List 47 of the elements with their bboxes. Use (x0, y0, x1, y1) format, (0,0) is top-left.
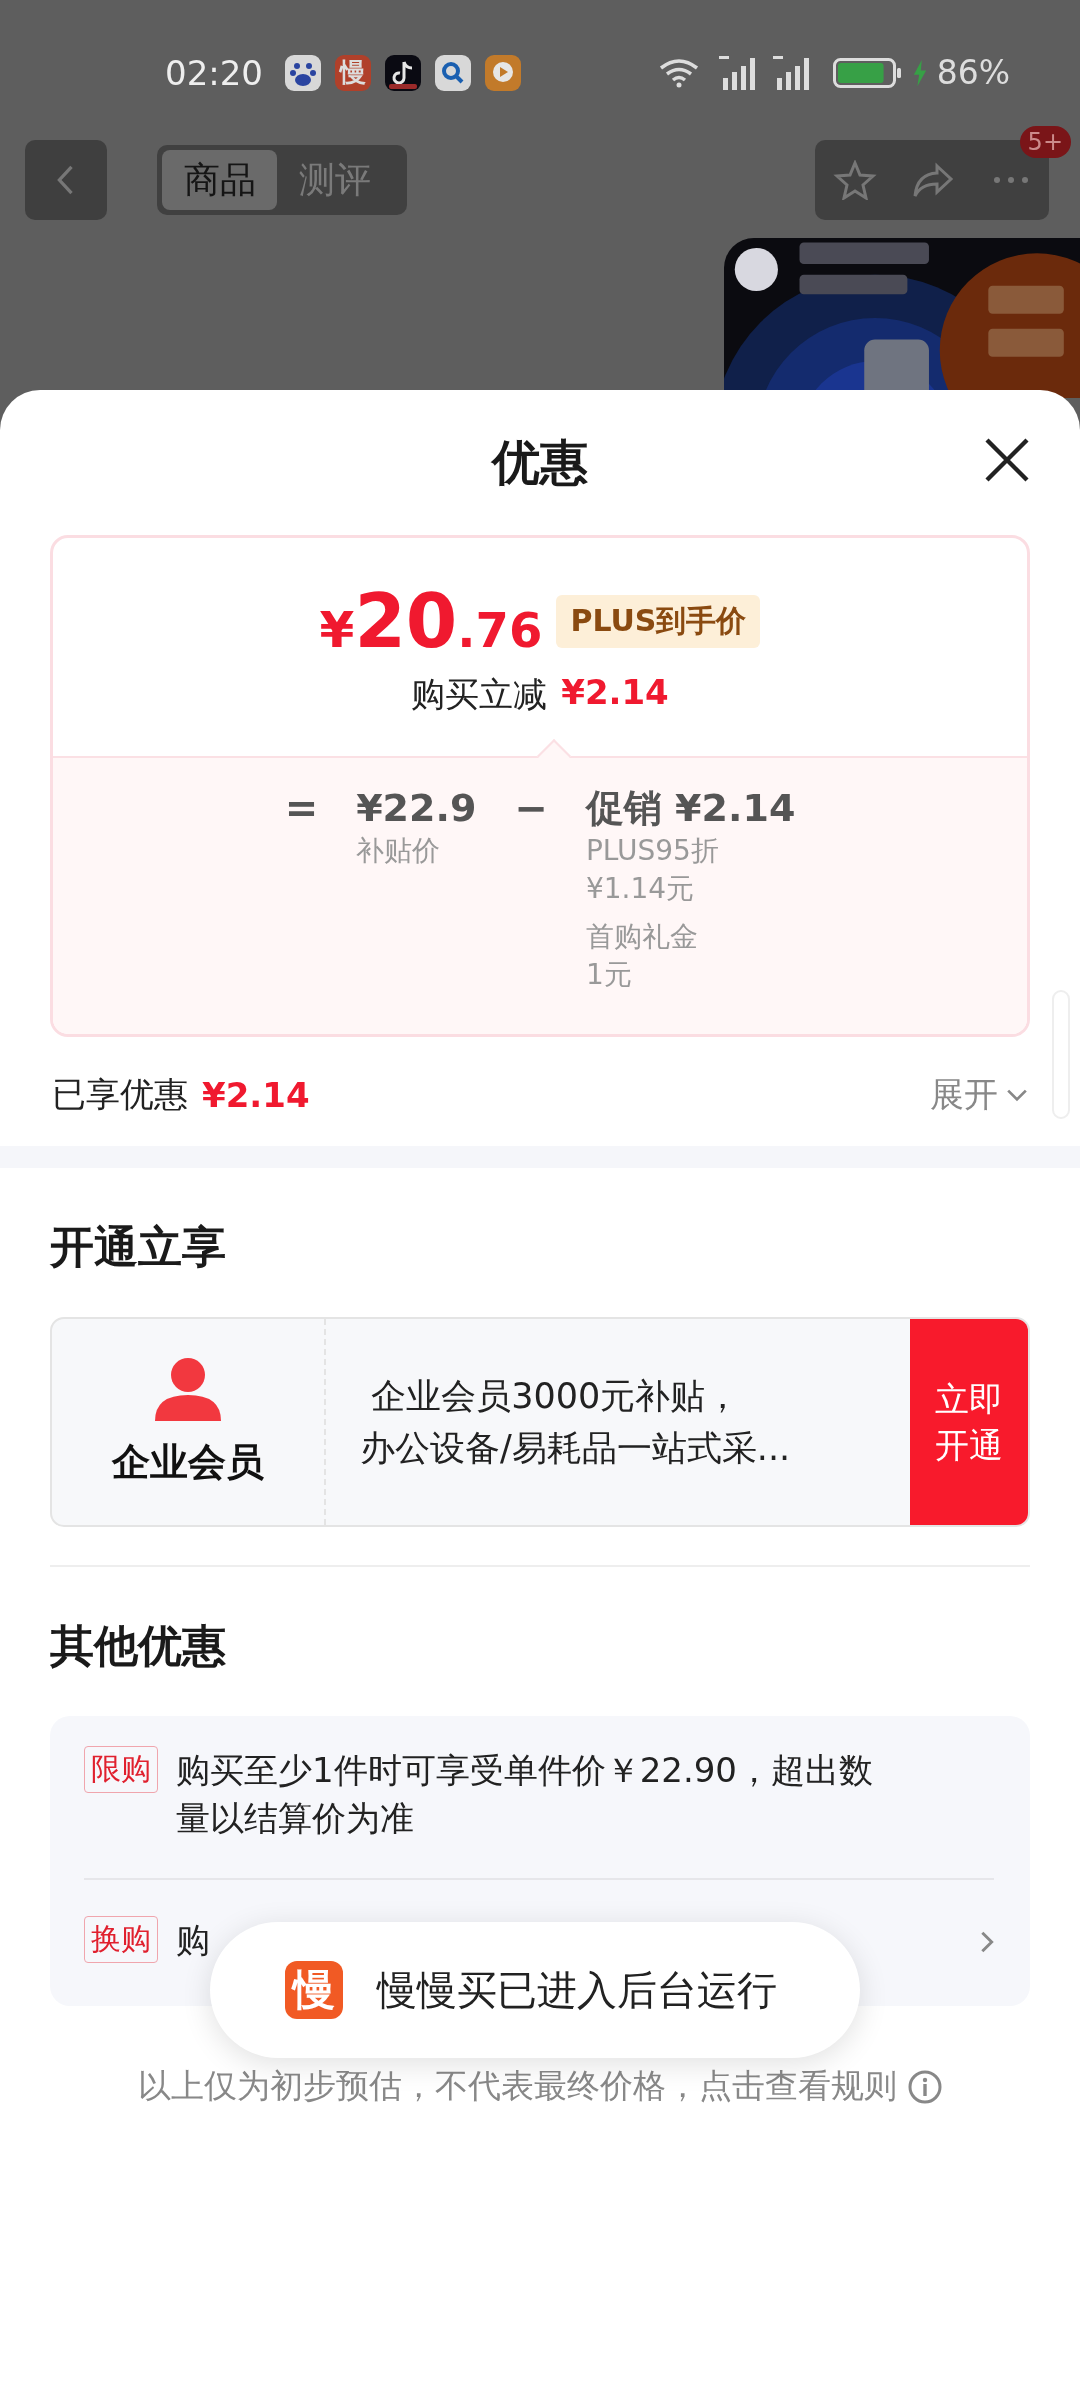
minus-sign: − (514, 784, 548, 833)
enjoyed-label: 已享优惠 (52, 1072, 188, 1116)
promo-amount: ¥1.14元 (585, 871, 696, 907)
app-icon: 慢 (335, 54, 371, 91)
toast-message: 慢慢买已进入后台运行 (377, 1965, 777, 2015)
promo-name: 首购礼金 (585, 919, 699, 955)
search-app-icon (435, 54, 471, 91)
expand-button[interactable]: 展开 (930, 1071, 1028, 1118)
person-icon (153, 1356, 223, 1421)
music-note-app-icon (385, 54, 421, 91)
offer-text: 购买至少1件时可享受单件价￥22.90，超出数量以结算价为准 (176, 1749, 874, 1840)
promo-total: 促销 ¥2.14 (585, 785, 796, 832)
status-time: 02:20 (165, 52, 263, 93)
offer-tag: 换购 (84, 1916, 158, 1963)
offer-tag: 限购 (84, 1746, 158, 1793)
activate-button[interactable]: 立即开通 (910, 1319, 1028, 1525)
chevron-down-icon (1006, 1087, 1028, 1102)
battery-icon (832, 57, 903, 88)
reduction-amount: ¥2.14 (561, 672, 669, 714)
back-button[interactable] (25, 140, 107, 220)
enjoyed-amount: ¥2.14 (202, 1074, 310, 1115)
disclaimer-link[interactable]: 以上仅为初步预估，不代表最终价格，点击查看规则 (137, 2064, 897, 2109)
equals-sign: = (284, 784, 319, 833)
membership-description: 企业会员3000元补贴， 办公设备/易耗品一站式采... (359, 1375, 792, 1470)
tab[interactable]: 商品 (162, 150, 277, 210)
chevron-right-icon[interactable] (980, 1930, 994, 1954)
price-tag: PLUS到手价 (556, 594, 761, 648)
star-icon[interactable] (833, 160, 877, 200)
play-app-icon (485, 54, 521, 91)
tab[interactable]: 测评 (277, 150, 392, 210)
membership-name: 企业会员 (112, 1438, 264, 1486)
reduction-label: 购买立减 (411, 673, 548, 716)
app-icon: 慢 (285, 1961, 343, 2019)
info-icon[interactable] (906, 2068, 943, 2105)
section-title: 开通立享 (50, 1220, 227, 1274)
final-price: ¥20.76 (319, 578, 543, 664)
base-price-label: 补贴价 (356, 833, 442, 869)
notification-badge: 5+ (1019, 126, 1071, 158)
wifi-icon (658, 57, 699, 88)
sheet-title: 优惠 (492, 432, 588, 492)
offer-text: 购 (176, 1919, 211, 1962)
promo-amount: 1元 (585, 957, 633, 993)
battery-percent: 86% (936, 53, 1010, 92)
base-price: ¥22.9 (356, 785, 477, 832)
promo-name: PLUS95折 (585, 833, 720, 869)
section-title: 其他优惠 (50, 1619, 227, 1673)
paw-app-icon (285, 54, 321, 91)
